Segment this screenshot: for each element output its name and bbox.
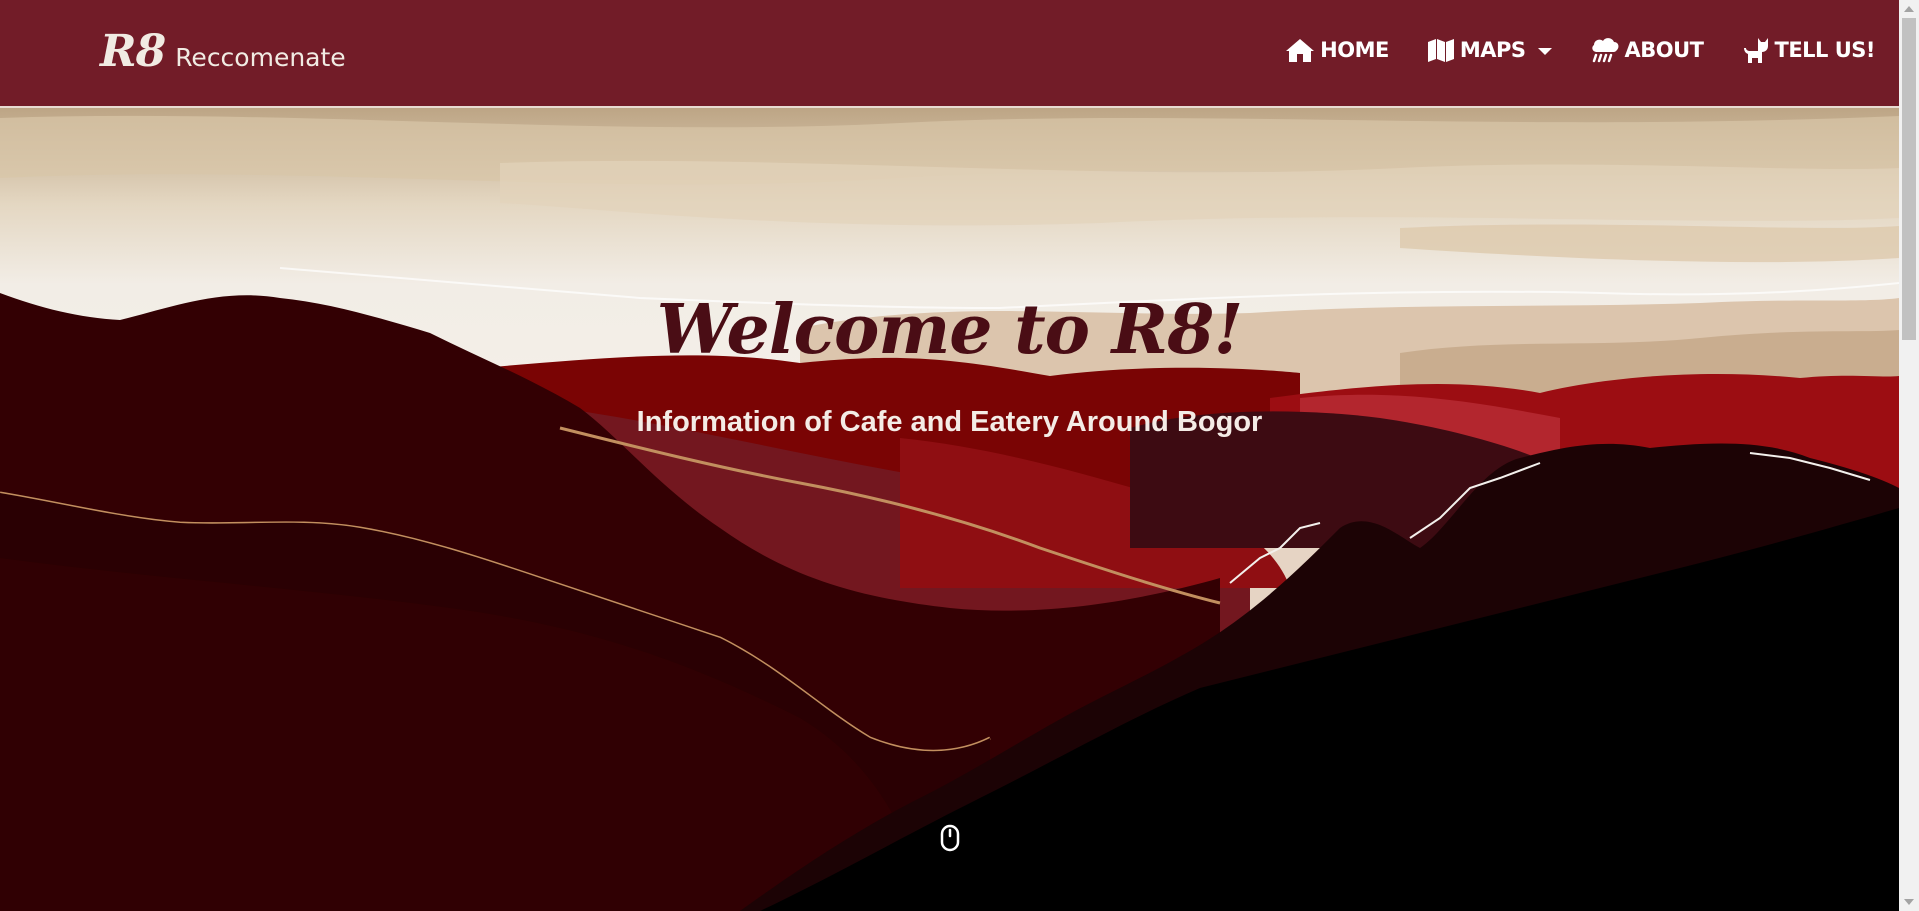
vertical-scrollbar[interactable] [1899,0,1919,911]
cloud-rain-icon [1591,38,1618,63]
home-icon [1286,39,1315,62]
map-icon [1427,39,1454,62]
nav-item-maps-label: MAPS [1459,38,1526,62]
brand-logo: R8 [100,26,166,77]
nav-menu: HOME MAPS ABOUT TELL US! [1247,36,1875,64]
mountain-landscape-background [0,108,1899,911]
nav-item-tell-us[interactable]: TELL US! [1742,36,1876,64]
cat-icon [1743,38,1768,63]
nav-item-about-label: ABOUT [1624,38,1705,62]
scrollbar-thumb[interactable] [1902,18,1916,340]
scroll-up-arrow-icon[interactable] [1904,6,1914,12]
nav-item-about[interactable]: ABOUT [1590,36,1704,64]
nav-item-home-label: HOME [1320,38,1389,62]
nav-item-maps[interactable]: MAPS [1427,37,1552,63]
nav-item-home[interactable]: HOME [1285,37,1389,63]
scroll-down-arrow-icon[interactable] [1904,899,1914,905]
navbar: R8 Reccomenate HOME MAPS ABOUT TELL US! [0,0,1899,108]
nav-item-tell-us-label: TELL US! [1774,38,1876,62]
chevron-down-icon [1537,47,1552,55]
page: R8 Reccomenate HOME MAPS ABOUT TELL US! … [0,0,1919,911]
brand-name: Reccomenate [175,43,346,72]
hero-title: Welcome to R8! [656,290,1244,370]
brand-link[interactable]: R8 Reccomenate [100,26,346,77]
mouse-icon[interactable] [940,824,960,852]
hero-subtitle: Information of Cafe and Eatery Around Bo… [636,406,1263,438]
hero-section: Welcome to R8! Information of Cafe and E… [0,108,1899,911]
